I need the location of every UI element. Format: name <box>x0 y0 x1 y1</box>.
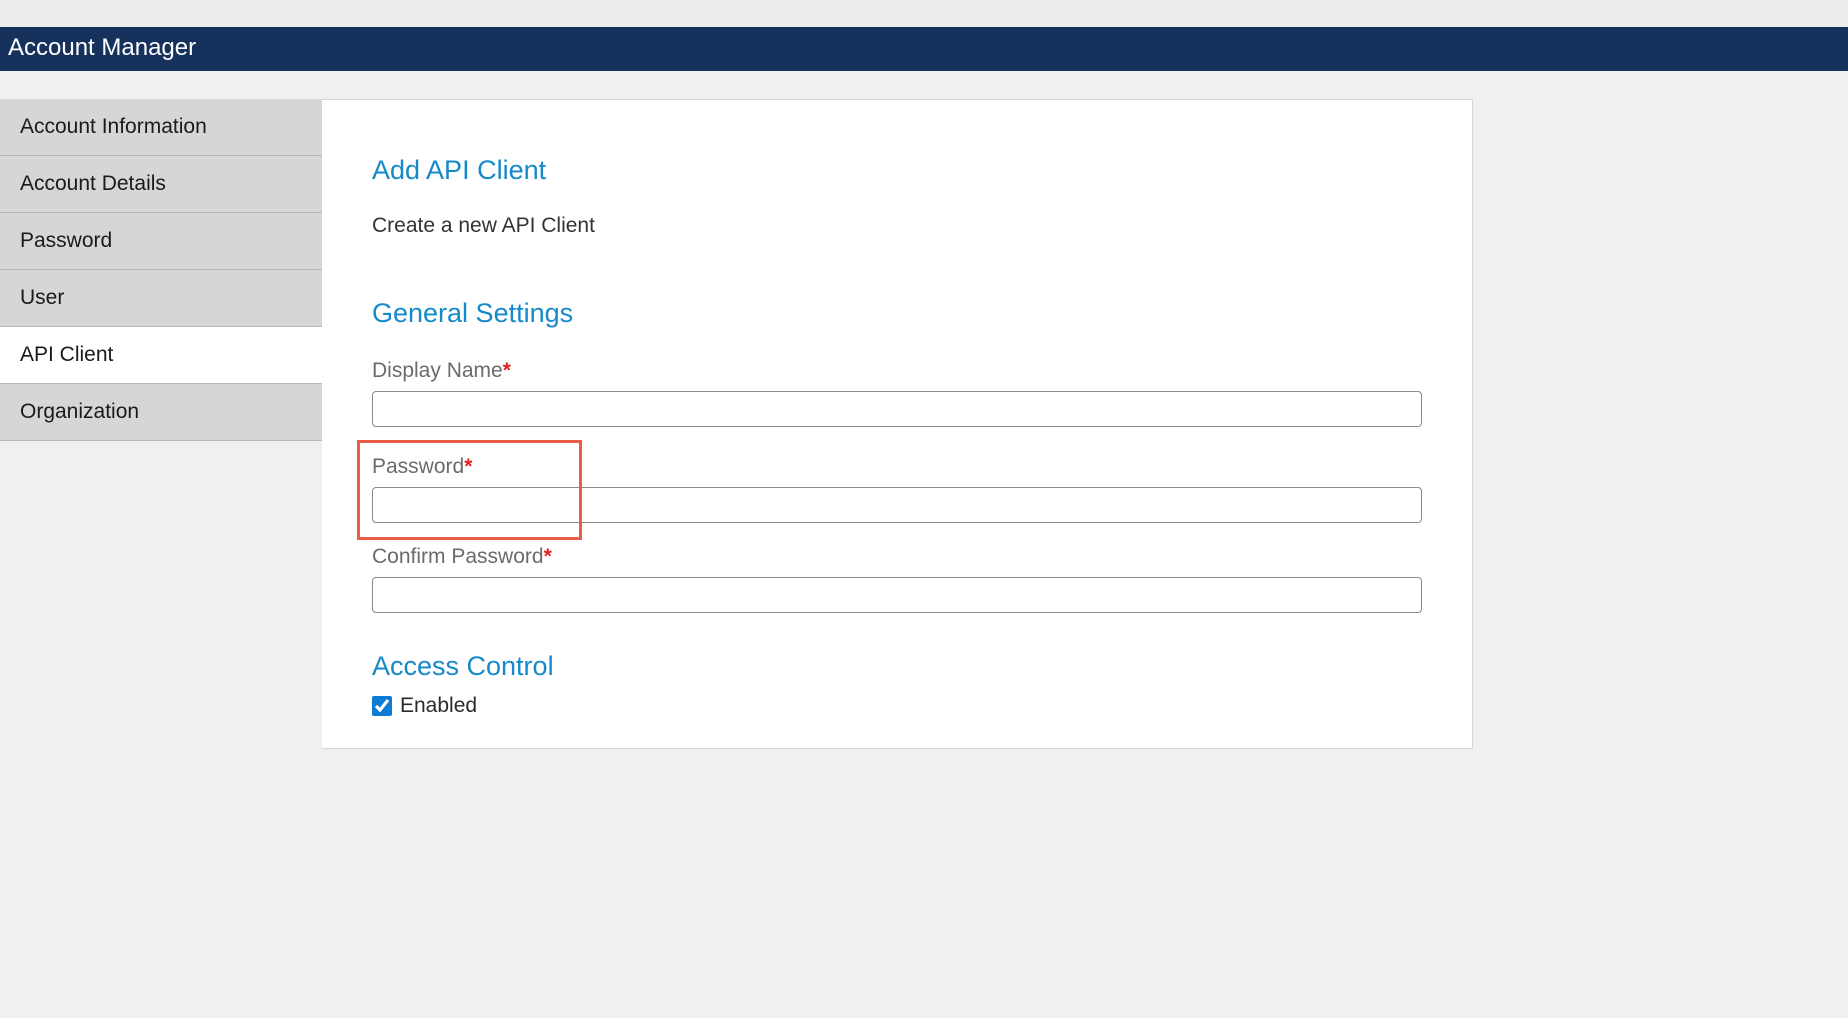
sidebar-item-account-information[interactable]: Account Information <box>0 99 322 156</box>
access-control-heading: Access Control <box>372 651 1422 682</box>
sidebar-item-label: API Client <box>20 343 113 366</box>
top-spacer <box>0 0 1848 27</box>
sidebar: Account Information Account Details Pass… <box>0 99 322 749</box>
sidebar-item-user[interactable]: User <box>0 270 322 327</box>
confirm-password-input[interactable] <box>372 577 1422 613</box>
display-name-label: Display Name* <box>372 359 1422 383</box>
label-text: Confirm Password <box>372 545 544 568</box>
required-mark: * <box>544 545 552 568</box>
sidebar-item-label: Account Details <box>20 172 166 195</box>
confirm-password-label: Confirm Password* <box>372 545 1422 569</box>
display-name-input[interactable] <box>372 391 1422 427</box>
enabled-row: Enabled <box>372 694 1422 718</box>
field-password: Password* <box>372 455 1422 523</box>
field-confirm-password: Confirm Password* <box>372 545 1422 613</box>
header-bar: Account Manager <box>0 27 1848 71</box>
main-panel: Add API Client Create a new API Client G… <box>322 99 1473 749</box>
enabled-label: Enabled <box>400 694 477 718</box>
required-mark: * <box>464 455 472 478</box>
required-mark: * <box>503 359 511 382</box>
main-inner: Add API Client Create a new API Client G… <box>322 100 1472 748</box>
password-label: Password* <box>372 455 1422 479</box>
general-settings-heading: General Settings <box>372 298 1422 329</box>
sidebar-item-api-client[interactable]: API Client <box>0 327 322 384</box>
sidebar-item-label: Password <box>20 229 112 252</box>
sidebar-item-label: Organization <box>20 400 139 423</box>
page-title: Add API Client <box>372 155 1422 186</box>
sidebar-item-label: User <box>20 286 64 309</box>
sidebar-item-password[interactable]: Password <box>0 213 322 270</box>
password-input[interactable] <box>372 487 1422 523</box>
field-display-name: Display Name* <box>372 359 1422 427</box>
label-text: Display Name <box>372 359 503 382</box>
sidebar-item-account-details[interactable]: Account Details <box>0 156 322 213</box>
sidebar-item-organization[interactable]: Organization <box>0 384 322 441</box>
label-text: Password <box>372 455 464 478</box>
page-subtitle: Create a new API Client <box>372 214 1422 238</box>
sidebar-item-label: Account Information <box>20 115 207 138</box>
content-wrapper: Account Information Account Details Pass… <box>0 99 1848 749</box>
header-title: Account Manager <box>8 34 196 62</box>
enabled-checkbox[interactable] <box>372 696 392 716</box>
